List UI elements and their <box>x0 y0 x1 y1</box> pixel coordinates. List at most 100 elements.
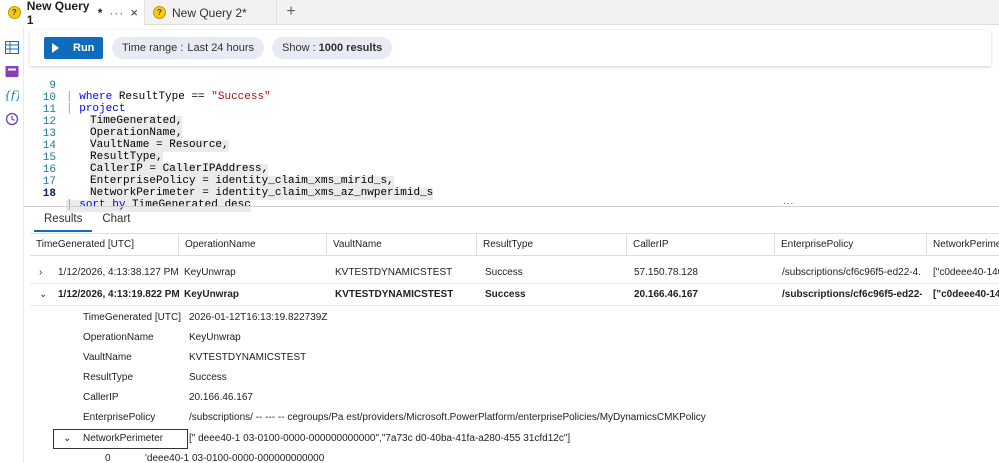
cell-operationname: KeyUnwrap <box>184 289 240 300</box>
detail-key: NetworkPerimeter <box>83 433 164 444</box>
detail-value: KVTESTDYNAMICSTEST <box>189 352 307 363</box>
code-line-17: 17 NetworkPerimeter = identity_claim_xms… <box>30 165 434 200</box>
collapse-row-icon[interactable]: ⌄ <box>39 284 47 306</box>
more-options-icon[interactable]: ··· <box>109 6 124 20</box>
detail-value: 2026-01-12T16:13:19.822739Z <box>189 312 328 323</box>
tab-modified-mark: * <box>242 5 247 20</box>
code-line-15: 15 CallerIP = CallerIPAddress, <box>30 141 269 176</box>
grid-header: TimeGenerated [UTC] OperationName VaultN… <box>30 234 999 256</box>
tables-icon[interactable] <box>4 40 19 55</box>
left-rail: {f} <box>0 26 24 463</box>
code-text: ResultType, <box>90 151 163 164</box>
column-header-timegenerated[interactable]: TimeGenerated [UTC] <box>30 234 178 256</box>
time-range-label: Time range : <box>122 42 184 54</box>
cell-vaultname: KVTESTDYNAMICSTEST <box>335 289 454 300</box>
show-value: 1000 results <box>318 42 383 54</box>
query-tab-strip: ? New Query 1 * ··· × ? New Query 2 * + <box>0 0 999 27</box>
tab-chart[interactable]: Chart <box>92 208 140 232</box>
show-label: Show : <box>282 42 316 54</box>
cell-vaultname: KVTESTDYNAMICSTEST <box>335 267 453 278</box>
detail-key: OperationName <box>83 332 154 343</box>
detail-row: CallerIP 20.166.46.167 <box>30 388 999 408</box>
run-label: Run <box>73 42 95 54</box>
cell-callerip: 20.166.46.167 <box>634 289 698 300</box>
run-button[interactable]: Run <box>44 37 103 59</box>
column-header-vaultname[interactable]: VaultName <box>326 234 476 256</box>
detail-row: TimeGenerated [UTC] 2026-01-12T16:13:19.… <box>30 308 999 328</box>
query-editor[interactable]: 9 | where ResultType == "Success" 10 | p… <box>30 66 999 212</box>
detail-key: TimeGenerated [UTC] <box>83 312 181 323</box>
table-row[interactable]: › 1/12/2026, 4:13:38.127 PM KeyUnwrap KV… <box>30 262 999 284</box>
code-text: OperationName, <box>90 127 183 140</box>
table-row[interactable]: ⌄ 1/12/2026, 4:13:19.822 PM KeyUnwrap KV… <box>30 284 999 306</box>
detail-key: VaultName <box>83 352 132 363</box>
cell-operationname: KeyUnwrap <box>184 267 236 278</box>
code-line-16: 16 EnterprisePolicy = identity_claim_xms… <box>30 153 394 188</box>
column-header-enterprisepolicy[interactable]: EnterprisePolicy <box>774 234 926 256</box>
detail-row-child: 0 'deee40-1 03-0100-0000-000000000000 <box>30 449 999 463</box>
code-text: NetworkPerimeter = identity_claim_xms_az… <box>90 187 434 200</box>
detail-row: OperationName KeyUnwrap <box>30 328 999 348</box>
cell-enterprisepolicy: /subscriptions/cf6c96f5-ed22-... <box>782 289 922 300</box>
svg-text:{f}: {f} <box>4 89 19 101</box>
code-line-12: 12 OperationName, <box>30 105 183 140</box>
query-icon: ? <box>8 6 21 19</box>
detail-value: /subscriptions/ -- --- -- cegroups/Pa es… <box>189 412 706 423</box>
column-header-networkperimeter[interactable]: NetworkPerime <box>926 234 999 256</box>
code-text: CallerIP = CallerIPAddress, <box>90 163 269 176</box>
time-range-button[interactable]: Time range : Last 24 hours <box>112 37 264 59</box>
detail-value: [" deee40-1 03-0100-0000-000000000000","… <box>189 433 571 444</box>
history-icon[interactable] <box>4 111 19 126</box>
saved-queries-icon[interactable] <box>4 64 19 79</box>
detail-key: CallerIP <box>83 392 119 403</box>
detail-row: EnterprisePolicy /subscriptions/ -- --- … <box>30 408 999 428</box>
show-results-button[interactable]: Show : 1000 results <box>272 37 393 59</box>
detail-row: VaultName KVTESTDYNAMICSTEST <box>30 348 999 368</box>
functions-icon[interactable]: {f} <box>4 87 19 102</box>
cell-callerip: 57.150.78.128 <box>634 267 698 278</box>
detail-value: Success <box>189 372 227 383</box>
tab-results[interactable]: Results <box>34 208 93 232</box>
time-range-value: Last 24 hours <box>187 42 254 54</box>
expand-row-icon[interactable]: › <box>39 262 42 284</box>
array-value: 'deee40-1 03-0100-0000-000000000000 <box>145 453 325 463</box>
tab-new-query-2[interactable]: ? New Query 2 * <box>145 0 277 25</box>
cell-timegenerated: 1/12/2026, 4:13:38.127 PM <box>58 267 179 278</box>
column-header-resulttype[interactable]: ResultType <box>476 234 626 256</box>
cell-timegenerated: 1/12/2026, 4:13:19.822 PM <box>58 289 180 300</box>
code-line-13: 13 VaultName = Resource, <box>30 117 229 152</box>
result-tabs: Results Chart <box>34 208 140 232</box>
code-text: | where ResultType == "Success" <box>66 91 271 103</box>
detail-key: ResultType <box>83 372 134 383</box>
code-line-18: 18 | sort by TimeGenerated desc <box>30 177 251 212</box>
code-line-11: 11 TimeGenerated, <box>30 93 183 128</box>
code-line-9: 9 | where ResultType == "Success" <box>30 69 270 103</box>
cell-networkperimeter: ["c0deee40-140 <box>933 267 999 278</box>
column-header-callerip[interactable]: CallerIP <box>626 234 774 256</box>
code-line-10: 10 | project <box>30 81 126 115</box>
cell-resulttype: Success <box>485 289 526 300</box>
code-text: | project <box>66 103 126 115</box>
tab-label: New Query 1 <box>26 0 90 27</box>
detail-value: 20.166.46.167 <box>189 392 253 403</box>
close-icon[interactable]: × <box>130 5 138 20</box>
editor-results-splitter[interactable] <box>24 206 999 207</box>
query-icon: ? <box>153 6 166 19</box>
detail-row-network-perimeter[interactable]: ⌄ NetworkPerimeter [" deee40-1 03-0100-0… <box>30 429 999 449</box>
tab-new-query-1[interactable]: ? New Query 1 * ··· × <box>0 0 145 27</box>
tab-label: New Query 2 <box>172 5 243 20</box>
code-text: TimeGenerated, <box>90 115 183 128</box>
cell-resulttype: Success <box>485 267 523 278</box>
play-icon <box>52 43 59 53</box>
column-header-operationname[interactable]: OperationName <box>178 234 326 256</box>
detail-value: KeyUnwrap <box>189 332 241 343</box>
query-toolbar: Run Time range : Last 24 hours Show : 10… <box>30 30 991 66</box>
code-line-14: 14 ResultType, <box>30 129 163 164</box>
detail-row: ResultType Success <box>30 368 999 388</box>
add-tab-button[interactable]: + <box>277 0 305 24</box>
detail-key: EnterprisePolicy <box>83 412 156 423</box>
expand-network-perimeter-icon[interactable]: ⌄ <box>63 429 71 449</box>
cell-networkperimeter: ["c0deee40-140 <box>933 289 999 300</box>
cell-enterprisepolicy: /subscriptions/cf6c96f5-ed22-4... <box>782 267 922 278</box>
tab-modified-mark: * <box>97 5 103 20</box>
